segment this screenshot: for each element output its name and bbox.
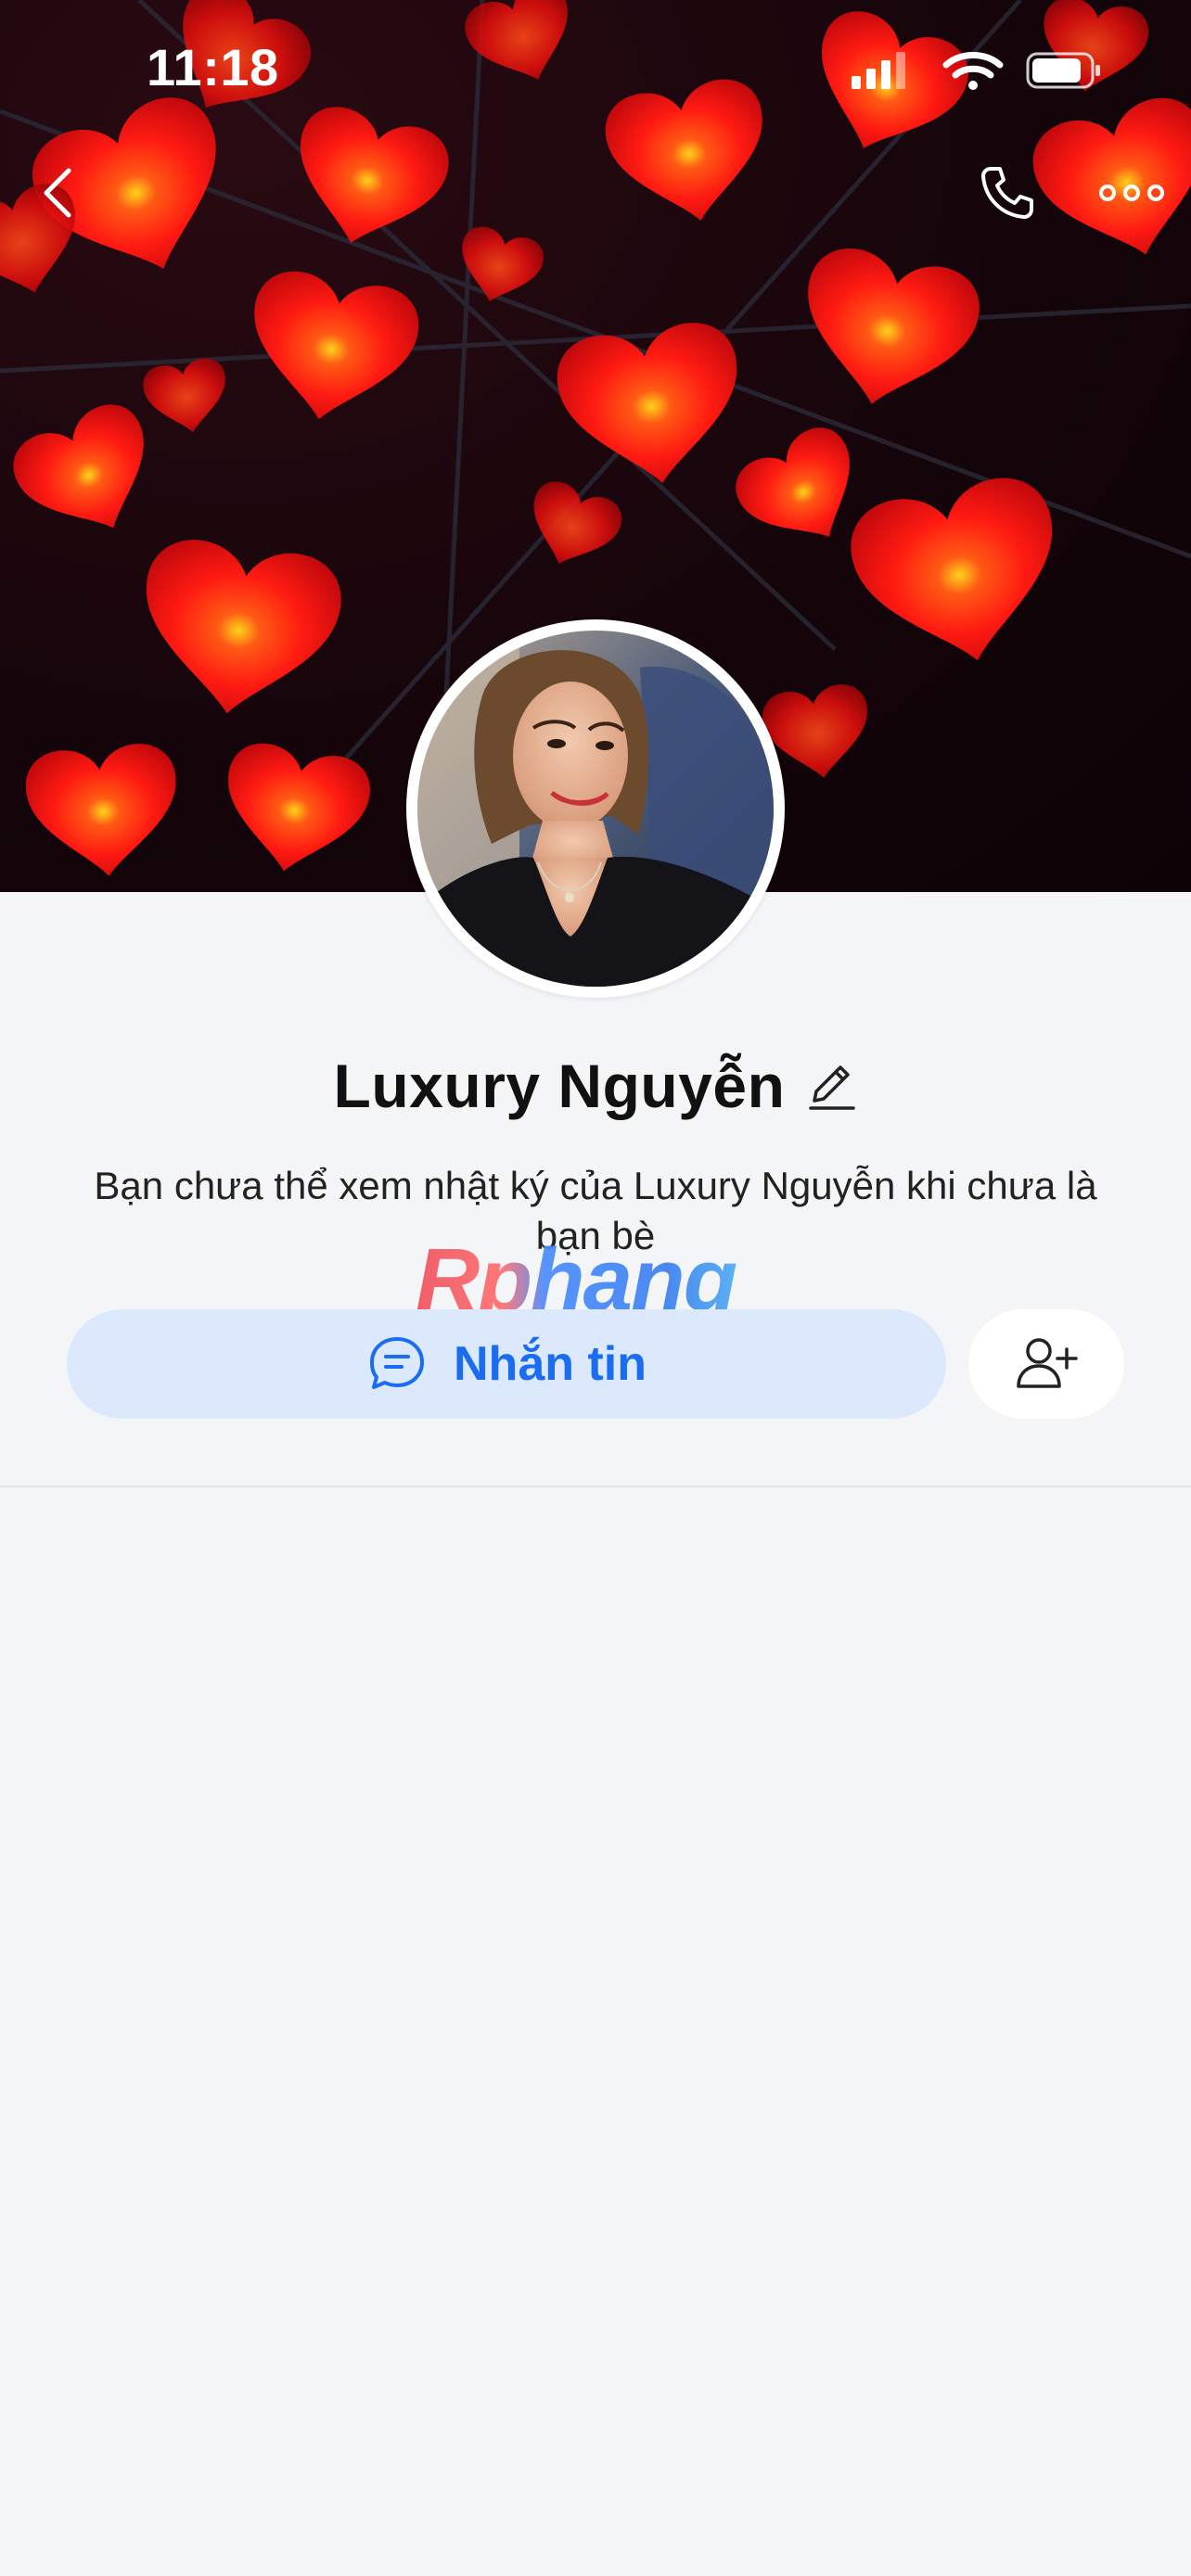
more-horizontal-icon	[1099, 185, 1164, 201]
avatar[interactable]	[417, 631, 774, 987]
name-row: Luxury Nguyễn	[0, 1044, 1191, 1128]
battery-icon	[1026, 52, 1100, 89]
call-button[interactable]	[968, 154, 1046, 232]
status-icons	[852, 48, 1102, 95]
divider	[0, 1486, 1191, 1487]
edit-name-button[interactable]	[805, 1060, 857, 1112]
profile-screen: 11:18 Luxury Nguyễn Bạn chưa thể xem nhậ…	[0, 0, 1191, 2576]
chat-bubble-icon	[370, 1337, 424, 1389]
add-user-icon	[1017, 1338, 1078, 1388]
more-button[interactable]	[1085, 154, 1178, 232]
message-button-label: Nhắn tin	[454, 1337, 647, 1391]
status-time: 11:18	[147, 38, 279, 96]
status-bar: 11:18	[0, 0, 1191, 139]
back-button[interactable]	[19, 154, 96, 232]
avatar-photo	[417, 631, 774, 987]
profile-name: Luxury Nguyễn	[333, 1052, 786, 1120]
chevron-left-icon	[44, 168, 71, 218]
add-friend-button[interactable]	[968, 1309, 1124, 1419]
profile-privacy-notice: Bạn chưa thể xem nhật ký của Luxury Nguy…	[94, 1164, 1097, 1257]
phone-icon	[981, 167, 1033, 219]
message-button[interactable]: Nhắn tin	[67, 1309, 946, 1419]
signal-icon	[852, 52, 905, 89]
wifi-icon	[942, 52, 1004, 90]
pencil-icon	[809, 1065, 856, 1110]
avatar-ring[interactable]	[406, 619, 785, 998]
